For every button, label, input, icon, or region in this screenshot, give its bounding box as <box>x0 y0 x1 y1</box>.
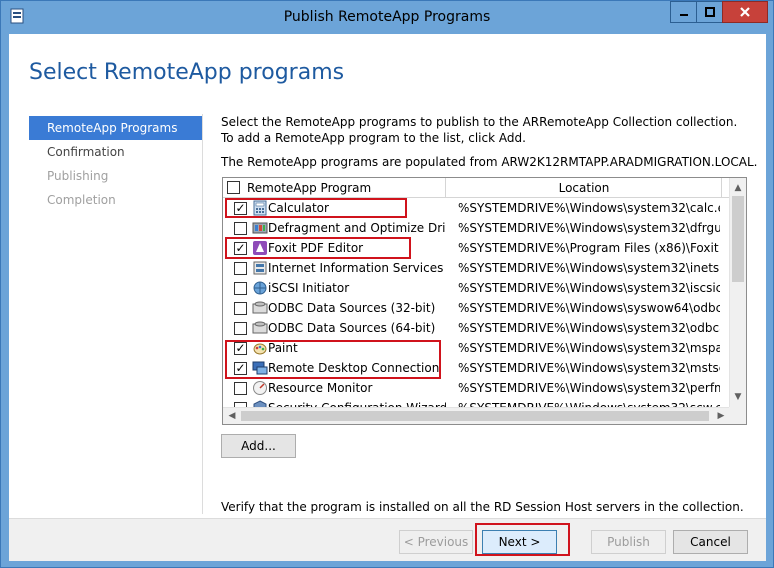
grid-rows: ✓ Calculator %SYSTEMDRIVE%\Windows\syste… <box>223 198 730 418</box>
column-header-location[interactable]: Location <box>447 178 722 198</box>
verify-note: Verify that the program is installed on … <box>221 500 744 514</box>
paint-icon <box>252 340 268 356</box>
maximize-icon <box>704 7 715 17</box>
program-name: iSCSI Initiator <box>268 281 350 295</box>
nav-divider <box>202 114 203 514</box>
row-checkbox[interactable]: ✓ <box>234 242 247 255</box>
populated-from-text: The RemoteApp programs are populated fro… <box>221 155 758 169</box>
description-text: Select the RemoteApp programs to publish… <box>221 115 738 145</box>
odbc-icon <box>252 320 268 336</box>
row-checkbox[interactable] <box>234 282 247 295</box>
table-row[interactable]: Resource Monitor %SYSTEMDRIVE%\Windows\s… <box>223 378 730 398</box>
column-label-program: RemoteApp Program <box>247 181 372 195</box>
title-bar[interactable]: Publish RemoteApp Programs <box>1 1 773 34</box>
program-location: %SYSTEMDRIVE%\Windows\system32\iscsicpl.… <box>458 281 720 295</box>
horizontal-scrollbar[interactable]: ◀ ▶ <box>223 407 730 424</box>
row-checkbox[interactable] <box>234 302 247 315</box>
close-icon <box>740 7 750 17</box>
iscsi-icon <box>252 280 268 296</box>
row-checkbox[interactable] <box>234 222 247 235</box>
wizard-content: Select the RemoteApp programs to publish… <box>221 114 757 514</box>
nav-item-confirmation[interactable]: Confirmation <box>29 140 203 164</box>
horizontal-scroll-thumb[interactable] <box>241 411 709 421</box>
wizard-footer: < Previous Next > Publish Cancel <box>9 518 766 561</box>
remote-desktop-icon <box>252 360 268 376</box>
iis-icon <box>252 260 268 276</box>
table-row[interactable]: ✓ Foxit PDF Editor %SYSTEMDRIVE%\Program… <box>223 238 730 258</box>
program-location: %SYSTEMDRIVE%\Windows\syswow64\odbcad... <box>458 301 720 315</box>
close-button[interactable] <box>722 1 768 23</box>
column-header-program[interactable]: RemoteApp Program <box>223 178 446 198</box>
next-button[interactable]: Next > <box>482 530 557 554</box>
publish-button[interactable]: Publish <box>591 530 666 554</box>
foxit-icon <box>252 240 268 256</box>
program-location: %SYSTEMDRIVE%\Windows\system32\inetsrv\I… <box>458 261 720 275</box>
program-name: Defragment and Optimize Drives <box>268 221 446 235</box>
minimize-button[interactable] <box>670 1 697 23</box>
program-location: %SYSTEMDRIVE%\Windows\system32\mspaint..… <box>458 341 720 355</box>
program-name: Calculator <box>268 201 329 215</box>
remoteapp-programs-grid: RemoteApp Program Location ✓ Calculator … <box>222 177 747 425</box>
program-location: %SYSTEMDRIVE%\Windows\system32\odbcad3..… <box>458 321 720 335</box>
program-location: %SYSTEMDRIVE%\Windows\system32\calc.exe <box>458 201 720 215</box>
nav-item-completion: Completion <box>47 193 116 207</box>
table-row[interactable]: ODBC Data Sources (64-bit) %SYSTEMDRIVE%… <box>223 318 730 338</box>
table-row[interactable]: Internet Information Services (IIS) %SYS… <box>223 258 730 278</box>
program-location: %SYSTEMDRIVE%\Program Files (x86)\Foxit … <box>458 241 720 255</box>
nav-item-remoteapp-programs[interactable]: RemoteApp Programs <box>29 116 203 140</box>
program-name: Foxit PDF Editor <box>268 241 364 255</box>
cancel-button[interactable]: Cancel <box>673 530 748 554</box>
wizard-steps-nav: RemoteApp Programs Confirmation Publishi… <box>29 116 203 212</box>
scroll-left-icon[interactable]: ◀ <box>224 408 240 424</box>
row-checkbox[interactable] <box>234 382 247 395</box>
window-title: Publish RemoteApp Programs <box>283 9 491 25</box>
table-row[interactable]: ✓ Paint %SYSTEMDRIVE%\Windows\system32\m… <box>223 338 730 358</box>
scrollbar-corner <box>729 407 746 424</box>
row-checkbox[interactable]: ✓ <box>234 362 247 375</box>
add-button[interactable]: Add... <box>221 434 296 458</box>
row-checkbox[interactable]: ✓ <box>234 342 247 355</box>
odbc-icon <box>252 300 268 316</box>
publish-remoteapp-window: Publish RemoteApp Programs Select Remote… <box>0 0 774 568</box>
program-location: %SYSTEMDRIVE%\Windows\system32\mstsc.exe <box>458 361 720 375</box>
defrag-icon <box>252 220 268 236</box>
maximize-button[interactable] <box>696 1 723 23</box>
select-all-checkbox[interactable] <box>227 181 240 194</box>
program-name: ODBC Data Sources (32-bit) <box>268 301 436 315</box>
program-name: Paint <box>268 341 298 355</box>
minimize-icon <box>679 14 688 16</box>
program-name: Resource Monitor <box>268 381 373 395</box>
table-row[interactable]: ODBC Data Sources (32-bit) %SYSTEMDRIVE%… <box>223 298 730 318</box>
row-checkbox[interactable]: ✓ <box>234 202 247 215</box>
vertical-scrollbar[interactable]: ▲ ▼ <box>729 178 746 407</box>
table-row[interactable]: iSCSI Initiator %SYSTEMDRIVE%\Windows\sy… <box>223 278 730 298</box>
table-row[interactable]: ✓ Remote Desktop Connection %SYSTEMDRIVE… <box>223 358 730 378</box>
row-checkbox[interactable] <box>234 262 247 275</box>
scroll-down-icon[interactable]: ▼ <box>730 389 746 405</box>
nav-item-publishing: Publishing <box>47 169 109 183</box>
wizard-client-area: Select RemoteApp programs RemoteApp Prog… <box>9 34 766 561</box>
program-name: Remote Desktop Connection <box>268 361 440 375</box>
page-title: Select RemoteApp programs <box>29 60 345 85</box>
wizard-header: Select RemoteApp programs <box>9 34 766 106</box>
previous-button[interactable]: < Previous <box>399 530 473 554</box>
table-row[interactable]: ✓ Calculator %SYSTEMDRIVE%\Windows\syste… <box>223 198 730 218</box>
scroll-up-icon[interactable]: ▲ <box>730 180 746 196</box>
program-name: ODBC Data Sources (64-bit) <box>268 321 436 335</box>
resource-monitor-icon <box>252 380 268 396</box>
program-location: %SYSTEMDRIVE%\Windows\system32\dfrgui.ex… <box>458 221 720 235</box>
grid-header: RemoteApp Program Location <box>223 178 730 198</box>
scroll-right-icon[interactable]: ▶ <box>713 408 729 424</box>
calculator-icon <box>252 200 268 216</box>
row-checkbox[interactable] <box>234 322 247 335</box>
program-location: %SYSTEMDRIVE%\Windows\system32\perfmon..… <box>458 381 720 395</box>
vertical-scroll-thumb[interactable] <box>732 196 744 282</box>
table-row[interactable]: Defragment and Optimize Drives %SYSTEMDR… <box>223 218 730 238</box>
program-name: Internet Information Services (IIS) <box>268 261 446 275</box>
